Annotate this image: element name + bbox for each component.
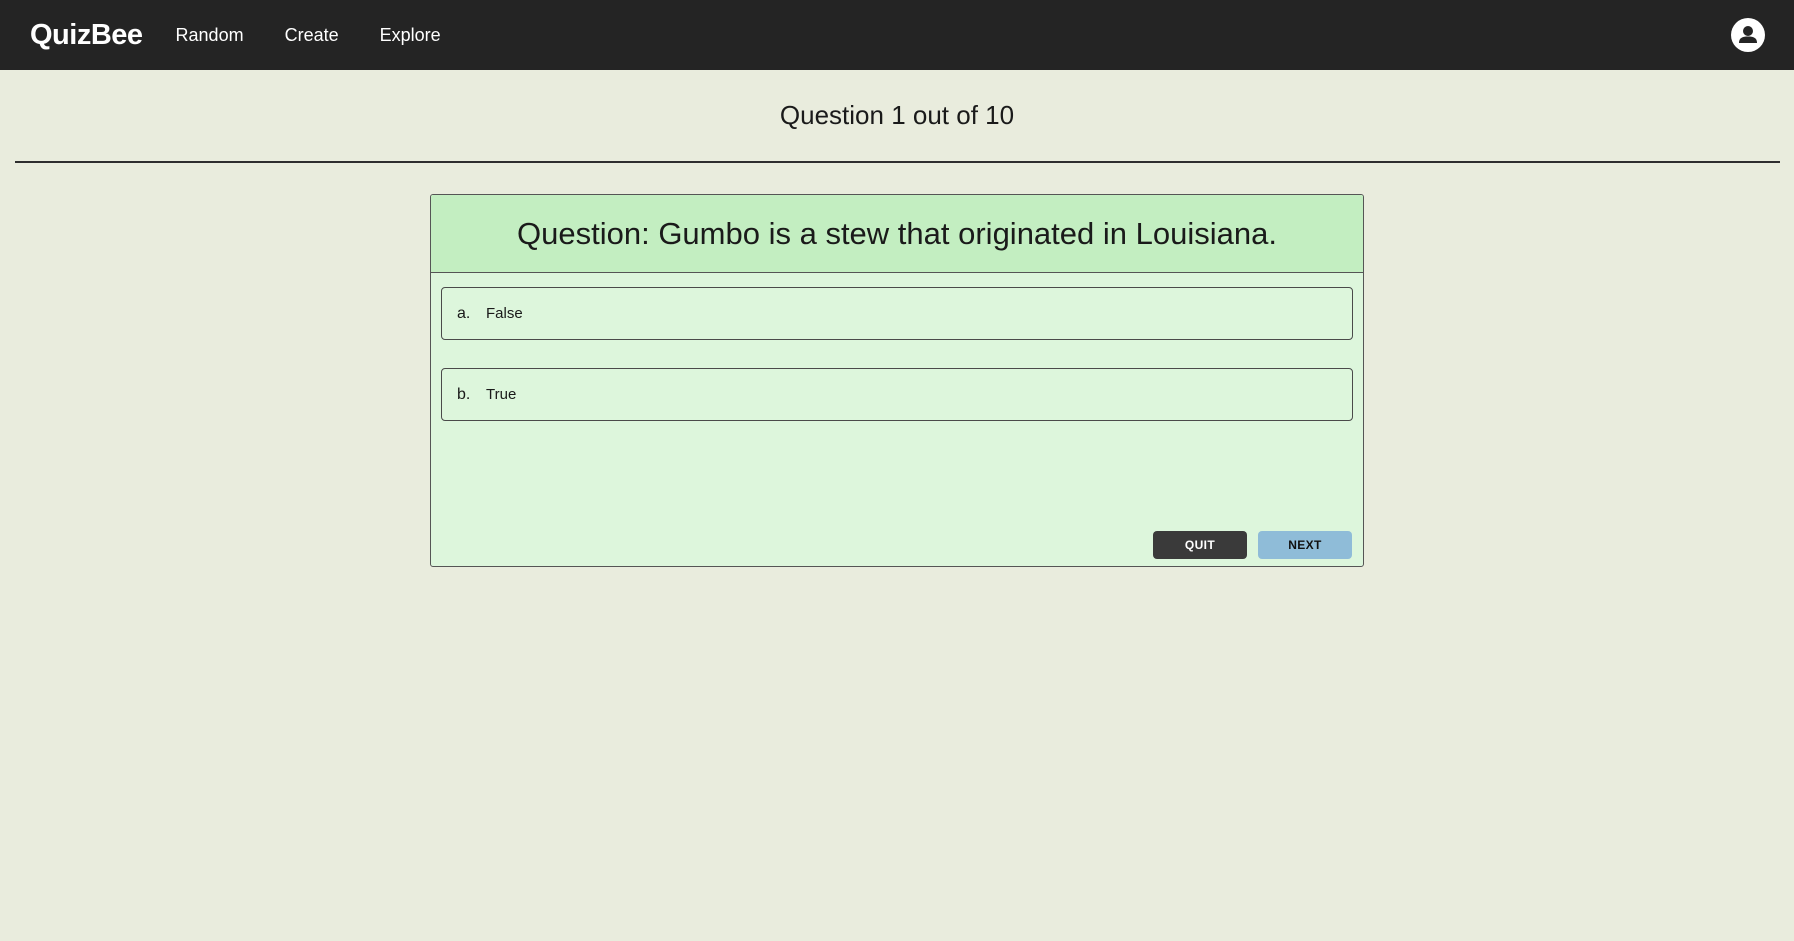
top-navbar: QuizBee Random Create Explore [0,0,1794,70]
divider [15,161,1780,163]
answer-option-a[interactable]: a. False [441,287,1353,340]
option-text: True [486,386,517,403]
nav-link-random[interactable]: Random [176,25,244,46]
quit-button[interactable]: QUIT [1153,531,1247,559]
user-account-icon[interactable] [1731,18,1765,52]
nav-link-create[interactable]: Create [285,25,339,46]
nav-link-explore[interactable]: Explore [380,25,441,46]
option-letter: a. [457,304,471,322]
option-text: False [486,305,523,322]
question-text: Question: Gumbo is a stew that originate… [431,195,1363,273]
next-button[interactable]: NEXT [1258,531,1352,559]
user-silhouette-icon [1739,26,1757,43]
question-progress: Question 1 out of 10 [779,100,1015,130]
option-letter: b. [457,385,471,403]
answer-option-b[interactable]: b. True [441,368,1353,421]
brand-logo[interactable]: QuizBee [30,19,143,52]
question-card: Question: Gumbo is a stew that originate… [430,194,1364,567]
